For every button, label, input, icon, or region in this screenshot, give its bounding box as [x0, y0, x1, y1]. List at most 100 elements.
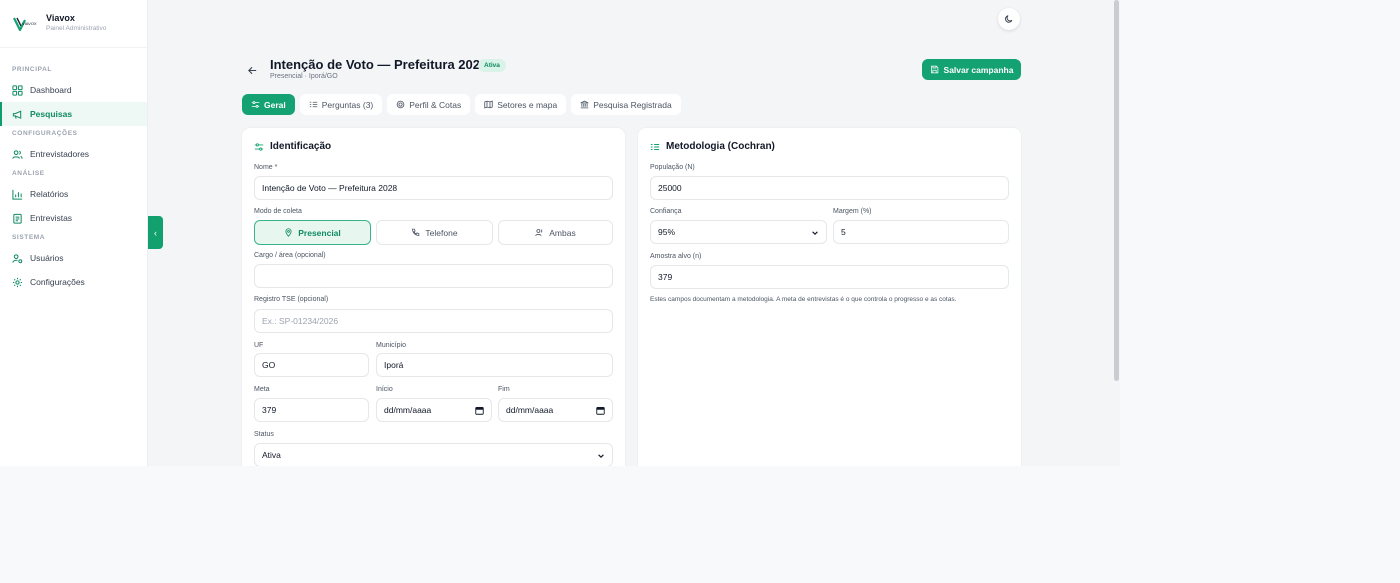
populacao-label: População (N) [650, 164, 695, 171]
fim-date-input[interactable]: dd/mm/aaaa [498, 398, 613, 422]
page-title: Intenção de Voto — Prefeitura 2028 [270, 57, 488, 72]
tab-pesquisa-registrada[interactable]: Pesquisa Registrada [571, 94, 681, 115]
metodologia-note: Estes campos documentam a metodologia. A… [650, 296, 957, 303]
arrow-left-icon [247, 66, 256, 74]
tab-perfil-cotas[interactable]: Perfil & Cotas [387, 94, 471, 115]
scrollbar-thumb[interactable] [1114, 0, 1119, 381]
brand-name: Viavox [46, 13, 75, 23]
nome-input[interactable]: Intenção de Voto — Prefeitura 2028 [254, 176, 613, 200]
sidebar-item-pesquisas[interactable]: Pesquisas [0, 102, 147, 126]
tab-label: Perguntas (3) [321, 99, 374, 110]
status-label: Status [254, 431, 274, 438]
page-subtitle: Presencial · Iporá/GO [270, 73, 338, 80]
section-principal: PRINCIPAL [12, 66, 52, 73]
tse-input[interactable]: Ex.: SP-01234/2026 [254, 309, 613, 333]
viavox-logo: VIAVOX [12, 13, 38, 35]
bar-chart-icon [12, 189, 23, 200]
cargo-input[interactable] [254, 264, 613, 288]
tab-geral[interactable]: Geral [242, 94, 295, 115]
uf-input[interactable]: GO [254, 353, 369, 377]
megaphone-icon [12, 109, 23, 120]
section-configuracoes: CONFIGURAÇÕES [12, 130, 78, 137]
modo-telefone-button[interactable]: Telefone [376, 220, 493, 245]
sidebar: VIAVOX Viavox Painel Administrativo PRIN… [0, 0, 148, 466]
inicio-date-input[interactable]: dd/mm/aaaa [376, 398, 492, 422]
nome-label: Nome * [254, 164, 278, 171]
save-campaign-label: Salvar campanha [943, 64, 1014, 75]
sidebar-item-label: Entrevistas [30, 213, 73, 223]
sidebar-item-dashboard[interactable]: Dashboard [0, 78, 147, 102]
grid-icon [12, 84, 23, 96]
meta-input[interactable]: 379 [254, 398, 369, 422]
identificacao-title: Identificação [254, 141, 331, 152]
sidebar-item-relatorios[interactable]: Relatórios [0, 182, 147, 206]
users-icon [12, 149, 23, 160]
cargo-label: Cargo / área (opcional) [254, 252, 326, 259]
sidebar-item-label: Pesquisas [30, 109, 73, 119]
amostra-label: Amostra alvo (n) [650, 253, 702, 260]
tab-setores-mapa[interactable]: Setores e mapa [475, 94, 567, 115]
margem-label: Margem (%) [833, 208, 872, 215]
uf-label: UF [254, 342, 264, 349]
back-button[interactable] [245, 63, 259, 77]
clipboard-icon [12, 213, 23, 224]
target-icon [396, 100, 405, 109]
list-icon [309, 101, 317, 108]
moon-icon [1005, 15, 1013, 23]
theme-toggle-button[interactable] [998, 8, 1020, 30]
tab-label: Geral [264, 99, 286, 110]
phone-icon [412, 228, 420, 236]
brand[interactable]: VIAVOX Viavox Painel Administrativo [0, 0, 147, 48]
meta-label: Meta [254, 386, 270, 393]
users-icon [535, 229, 543, 237]
metodologia-card: Metodologia (Cochran) População (N) 2500… [638, 128, 1021, 466]
inicio-label: Início [376, 386, 393, 393]
sidebar-item-label: Dashboard [30, 85, 72, 95]
status-select[interactable]: Ativa [254, 443, 613, 466]
save-campaign-button[interactable]: Salvar campanha [922, 59, 1021, 80]
section-analise: ANÁLISE [12, 170, 45, 177]
margem-input[interactable]: 5 [833, 220, 1009, 244]
sidebar-item-entrevistas[interactable]: Entrevistas [0, 206, 147, 230]
sidebar-item-entrevistadores[interactable]: Entrevistadores [0, 142, 147, 166]
tab-perguntas[interactable]: Perguntas (3) [299, 94, 383, 115]
svg-text:VIAVOX: VIAVOX [22, 21, 37, 26]
sidebar-collapse-button[interactable]: ‹ [148, 216, 163, 249]
map-icon [484, 100, 493, 109]
save-icon [930, 65, 938, 74]
chevron-down-icon [598, 454, 604, 458]
modo-coleta-label: Modo de coleta [254, 208, 302, 215]
gear-icon [12, 277, 23, 288]
sliders-icon [254, 142, 264, 151]
tab-label: Setores e mapa [497, 99, 558, 110]
sliders-icon [251, 101, 260, 108]
sidebar-item-label: Usuários [30, 253, 64, 263]
identificacao-card: Identificação Nome * Intenção de Voto — … [242, 128, 625, 466]
municipio-input[interactable]: Iporá [376, 353, 613, 377]
tab-bar: Geral Perguntas (3) Perfil & Cotas Setor… [242, 94, 681, 115]
tab-label: Pesquisa Registrada [593, 99, 672, 110]
populacao-input[interactable]: 25000 [650, 176, 1009, 200]
chevron-down-icon [812, 231, 818, 235]
app-window: VIAVOX Viavox Painel Administrativo PRIN… [0, 0, 1120, 466]
modo-ambas-button[interactable]: Ambas [498, 220, 613, 245]
amostra-input[interactable]: 379 [650, 265, 1009, 289]
landmark-icon [580, 100, 589, 109]
calendar-icon[interactable] [596, 406, 605, 415]
sidebar-item-configuracoes[interactable]: Configurações [0, 270, 147, 294]
modo-presencial-button[interactable]: Presencial [254, 220, 371, 245]
sidebar-item-label: Entrevistadores [30, 149, 90, 159]
sidebar-item-usuarios[interactable]: Usuários [0, 246, 147, 270]
tse-label: Registro TSE (opcional) [254, 296, 329, 303]
brand-subtitle: Painel Administrativo [46, 25, 107, 32]
tab-label: Perfil & Cotas [409, 99, 462, 110]
sidebar-item-label: Relatórios [30, 189, 69, 199]
sidebar-item-label: Configurações [30, 277, 85, 287]
map-pin-icon [285, 228, 292, 237]
user-cog-icon [12, 253, 23, 264]
metodologia-title: Metodologia (Cochran) [650, 141, 775, 152]
calendar-icon[interactable] [475, 406, 484, 415]
status-badge: Ativa [478, 59, 506, 72]
section-sistema: SISTEMA [12, 234, 46, 241]
confianca-select[interactable]: 95% [650, 220, 827, 244]
